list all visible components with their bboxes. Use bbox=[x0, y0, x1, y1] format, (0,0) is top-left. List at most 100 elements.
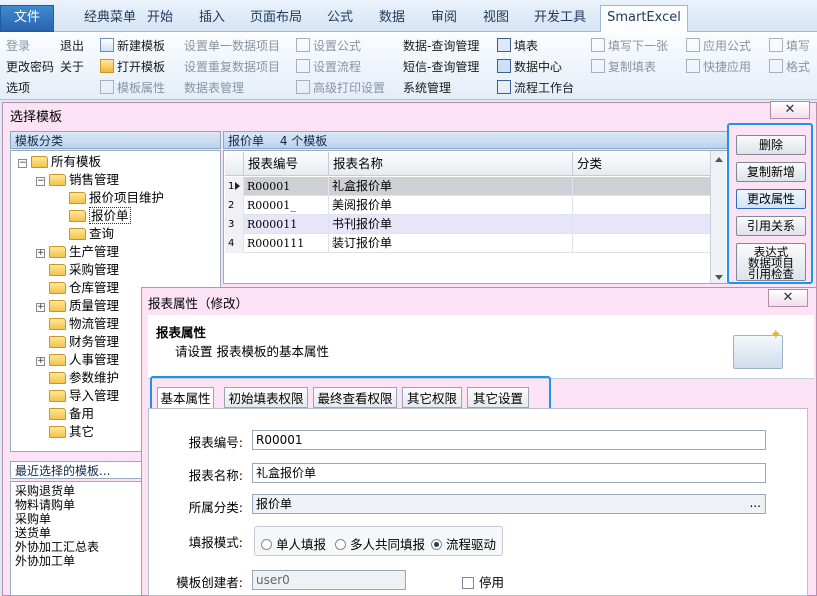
tree-node[interactable]: 人事管理 bbox=[49, 351, 119, 369]
quick-apply-button[interactable]: 快捷应用 bbox=[686, 57, 751, 77]
table-row[interactable]: 4 R0000111 装订报价单 bbox=[225, 234, 711, 253]
cell-category[interactable] bbox=[573, 234, 711, 253]
cell-category[interactable] bbox=[573, 196, 711, 215]
cell-category[interactable] bbox=[573, 215, 711, 234]
tree-node[interactable]: 导入管理 bbox=[49, 387, 119, 405]
cell-name[interactable]: 美阅报价单 bbox=[329, 196, 573, 215]
data-center-button[interactable]: 数据中心 bbox=[497, 57, 562, 77]
change-props-button[interactable]: 更改属性 bbox=[736, 189, 806, 209]
column-header-category[interactable]: 分类 bbox=[573, 152, 711, 176]
cell-code[interactable]: R00001_ bbox=[244, 196, 329, 215]
recent-item[interactable]: 送货单 bbox=[15, 526, 51, 540]
set-formula-button[interactable]: 设置公式 bbox=[296, 36, 361, 56]
tab-file[interactable]: 文件 bbox=[0, 5, 54, 32]
select-dialog-close-button[interactable]: ✕ bbox=[770, 101, 810, 119]
fill-form-button[interactable]: 填表 bbox=[497, 36, 538, 56]
copy-fill-button[interactable]: 复制填表 bbox=[591, 57, 656, 77]
mode-multi-radio[interactable]: 多人共同填报 bbox=[335, 534, 425, 553]
about-button[interactable]: 关于 bbox=[60, 57, 84, 77]
tab-formula[interactable]: 公式 bbox=[320, 6, 360, 32]
tab-home[interactable]: 开始 bbox=[140, 6, 180, 32]
tree-node[interactable]: 质量管理 bbox=[49, 297, 119, 315]
print-settings-button[interactable]: 高级打印设置 bbox=[296, 78, 385, 98]
scroll-up-icon[interactable] bbox=[715, 157, 723, 162]
tab-basic[interactable]: 基本属性 bbox=[157, 387, 214, 409]
tree-node-query[interactable]: 查询 bbox=[69, 225, 114, 243]
login-button[interactable]: 登录 bbox=[6, 36, 30, 56]
column-header-code[interactable]: 报表编号 bbox=[244, 152, 329, 176]
cell-code[interactable]: R0000111 bbox=[244, 234, 329, 253]
tab-view[interactable]: 视图 bbox=[476, 6, 516, 32]
fill-next-button[interactable]: 填写下一张 bbox=[591, 36, 668, 56]
expand-icon[interactable]: + bbox=[36, 357, 45, 366]
set-flow-button[interactable]: 设置流程 bbox=[296, 57, 361, 77]
tree-node-root[interactable]: 所有模板 bbox=[31, 153, 101, 171]
mode-flow-radio[interactable]: 流程驱动 bbox=[431, 534, 496, 553]
template-grid[interactable]: 报表编号 报表名称 分类 1 R00001 礼盒报价单 2 R00001_ 美阅报价单 3 R… bbox=[223, 150, 728, 284]
tree-node[interactable]: 仓库管理 bbox=[49, 279, 119, 297]
system-manage-button[interactable]: 系统管理 bbox=[403, 78, 451, 98]
tab-other-permission[interactable]: 其它权限 bbox=[402, 387, 462, 408]
collapse-icon[interactable]: − bbox=[18, 159, 27, 168]
open-template-button[interactable]: 打开模板 bbox=[100, 57, 165, 77]
tree-node[interactable]: 其它 bbox=[49, 423, 94, 441]
name-field[interactable]: 礼盒报价单 bbox=[252, 463, 766, 483]
recent-item[interactable]: 采购退货单 bbox=[15, 484, 75, 498]
tab-data[interactable]: 数据 bbox=[372, 6, 412, 32]
sms-query-button[interactable]: 短信-查询管理 bbox=[403, 57, 479, 77]
cell-code[interactable]: R000011 bbox=[244, 215, 329, 234]
tree-node[interactable]: 财务管理 bbox=[49, 333, 119, 351]
tab-page-layout[interactable]: 页面布局 bbox=[244, 6, 308, 32]
recent-item[interactable]: 物料请购单 bbox=[15, 498, 75, 512]
cell-name[interactable]: 装订报价单 bbox=[329, 234, 573, 253]
recent-item[interactable]: 采购单 bbox=[15, 512, 51, 526]
apply-formula-button[interactable]: 应用公式 bbox=[686, 36, 751, 56]
browse-button[interactable]: ... bbox=[750, 494, 761, 512]
tree-node-quote[interactable]: 报价单 bbox=[69, 207, 131, 225]
category-field[interactable]: 报价单 ... bbox=[252, 494, 766, 514]
cell-name[interactable]: 书刊报价单 bbox=[329, 215, 573, 234]
tree-node-sales[interactable]: 销售管理 bbox=[49, 171, 119, 189]
table-row[interactable]: 1 R00001 礼盒报价单 bbox=[225, 177, 711, 196]
tree-node[interactable]: 参数维护 bbox=[49, 369, 119, 387]
cell-name[interactable]: 礼盒报价单 bbox=[329, 177, 573, 196]
column-header-name[interactable]: 报表名称 bbox=[329, 152, 573, 176]
copy-new-button[interactable]: 复制新增 bbox=[736, 162, 806, 182]
cell-category[interactable] bbox=[573, 177, 711, 196]
table-row[interactable]: 2 R00001_ 美阅报价单 bbox=[225, 196, 711, 215]
datatable-manage-button[interactable]: 数据表管理 bbox=[184, 78, 244, 98]
delete-button[interactable]: 删除 bbox=[736, 135, 806, 155]
tree-node[interactable]: 备用 bbox=[49, 405, 94, 423]
scroll-down-icon[interactable] bbox=[715, 275, 723, 280]
template-props-button[interactable]: 模板属性 bbox=[100, 78, 165, 98]
tab-initial-permission[interactable]: 初始填表权限 bbox=[224, 387, 308, 408]
disabled-checkbox[interactable]: 停用 bbox=[462, 572, 504, 591]
data-query-button[interactable]: 数据-查询管理 bbox=[403, 36, 479, 56]
mode-single-radio[interactable]: 单人填报 bbox=[261, 534, 326, 553]
code-field[interactable]: R00001 bbox=[252, 430, 766, 450]
tree-node-quote-items[interactable]: 报价项目维护 bbox=[69, 189, 164, 207]
tree-node[interactable]: 生产管理 bbox=[49, 243, 119, 261]
tree-node[interactable]: 物流管理 bbox=[49, 315, 119, 333]
collapse-icon[interactable]: − bbox=[36, 177, 45, 186]
prop-dialog-close-button[interactable]: ✕ bbox=[768, 289, 808, 307]
expand-icon[interactable]: + bbox=[36, 249, 45, 258]
expression-check-button[interactable]: 表达式 数据项目 引用检查 bbox=[736, 243, 806, 281]
write-button[interactable]: 填写 bbox=[769, 36, 810, 56]
tab-smartexcel[interactable]: SmartExcel bbox=[600, 5, 688, 32]
recent-item[interactable]: 外协加工汇总表 bbox=[15, 540, 99, 554]
repeat-data-item-button[interactable]: 设置重复数据项目 bbox=[184, 57, 280, 77]
single-data-item-button[interactable]: 设置单一数据项目 bbox=[184, 36, 280, 56]
logout-button[interactable]: 退出 bbox=[60, 36, 84, 56]
tab-developer[interactable]: 开发工具 bbox=[528, 6, 592, 32]
tab-insert[interactable]: 插入 bbox=[192, 6, 232, 32]
change-password-button[interactable]: 更改密码 bbox=[6, 57, 54, 77]
cell-code[interactable]: R00001 bbox=[244, 177, 329, 196]
expand-icon[interactable]: + bbox=[36, 303, 45, 312]
tab-other-settings[interactable]: 其它设置 bbox=[467, 387, 529, 408]
tab-review[interactable]: 审阅 bbox=[424, 6, 464, 32]
new-template-button[interactable]: 新建模板 bbox=[100, 36, 165, 56]
tree-node[interactable]: 采购管理 bbox=[49, 261, 119, 279]
grid-scrollbar[interactable] bbox=[710, 151, 726, 283]
recent-item[interactable]: 外协加工单 bbox=[15, 554, 75, 568]
